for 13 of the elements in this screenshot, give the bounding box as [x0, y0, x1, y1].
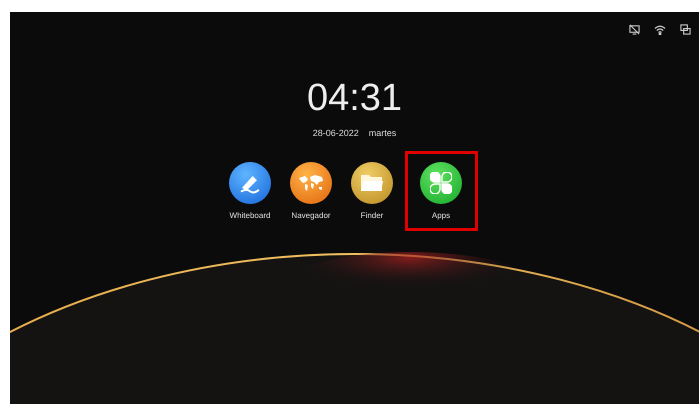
app-launcher[interactable]: Finder — [344, 150, 400, 230]
no-screen-icon — [629, 24, 640, 35]
world-map-icon — [298, 174, 324, 192]
wifi-icon — [654, 24, 666, 34]
app-launcher[interactable]: Apps — [404, 150, 478, 230]
app-launcher[interactable]: Whiteboard — [222, 150, 278, 230]
clock-time: 04:31 — [306, 79, 402, 117]
folder-icon — [360, 172, 384, 192]
app-launcher[interactable]: Navegador — [282, 150, 340, 230]
screen-share-icon — [680, 24, 691, 35]
date-text: 28-06-2022 — [312, 127, 359, 140]
four-petals-icon — [430, 172, 452, 194]
weekday-text: martes — [368, 127, 396, 140]
